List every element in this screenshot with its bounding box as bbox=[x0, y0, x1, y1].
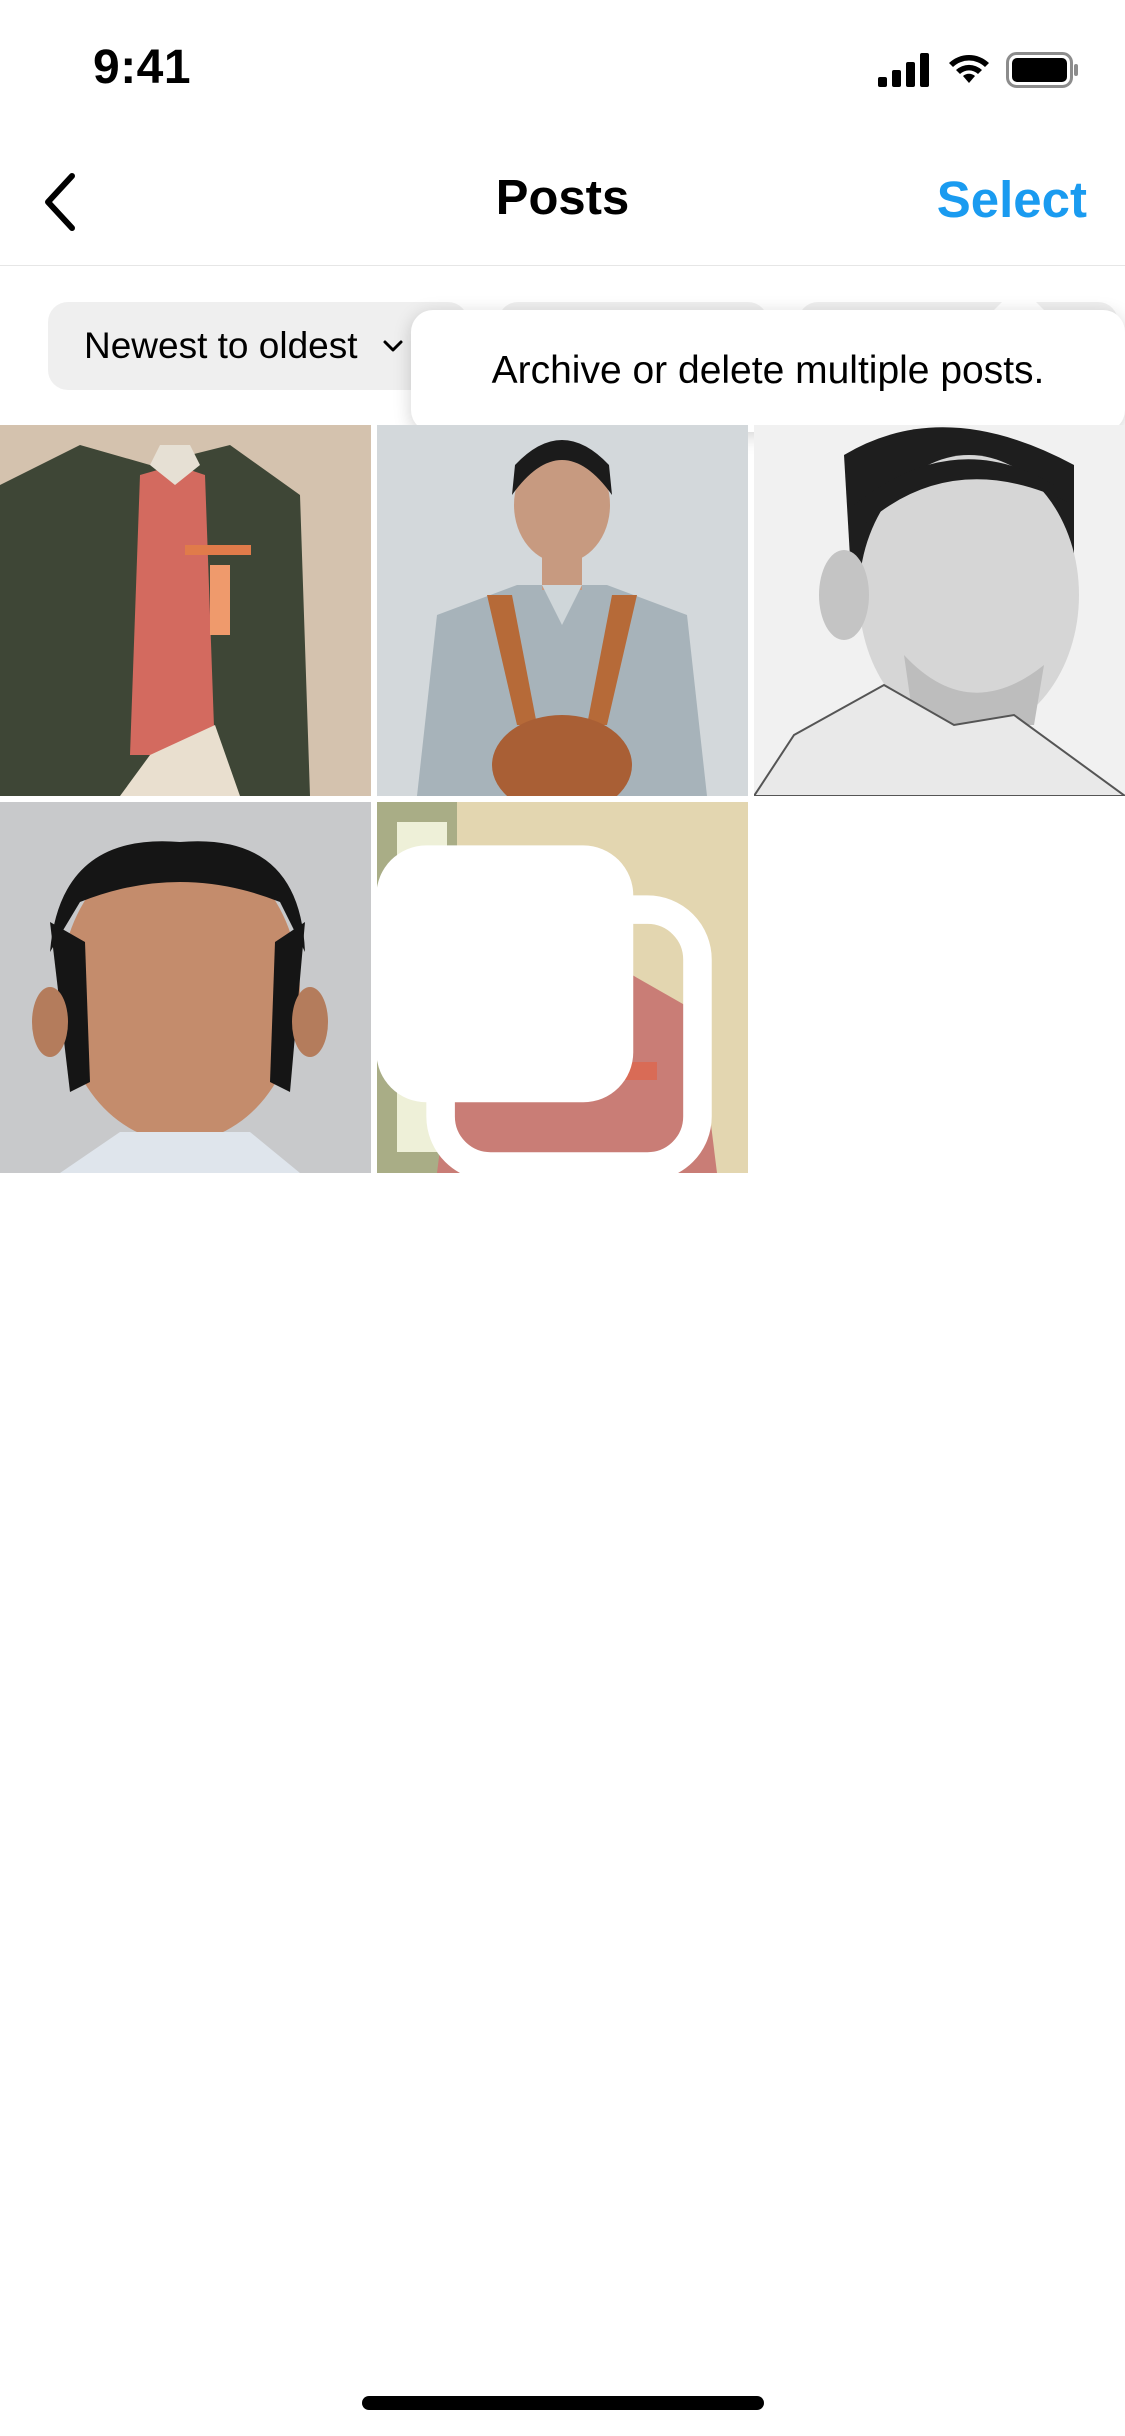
signal-icon bbox=[878, 53, 929, 87]
post-thumbnail[interactable] bbox=[0, 425, 371, 796]
select-tooltip: Archive or delete multiple posts. bbox=[411, 310, 1125, 432]
chevron-left-icon bbox=[45, 173, 75, 231]
nav-bar: Posts Select bbox=[0, 140, 1125, 266]
post-thumbnail[interactable] bbox=[377, 802, 748, 1173]
chevron-down-icon bbox=[383, 340, 403, 352]
select-button[interactable]: Select bbox=[937, 170, 1087, 229]
sort-filter-chip[interactable]: Newest to oldest bbox=[48, 302, 468, 390]
tooltip-text: Archive or delete multiple posts. bbox=[491, 349, 1045, 392]
multiple-posts-icon bbox=[377, 845, 712, 1173]
post-image bbox=[0, 802, 371, 1173]
post-thumbnail[interactable] bbox=[754, 425, 1125, 796]
status-bar: 9:41 bbox=[0, 0, 1125, 140]
tooltip-arrow bbox=[993, 285, 1045, 311]
battery-icon bbox=[1006, 52, 1078, 88]
back-button[interactable] bbox=[20, 162, 100, 242]
sort-filter-label: Newest to oldest bbox=[84, 325, 358, 366]
post-image bbox=[0, 425, 371, 796]
post-thumbnail[interactable] bbox=[377, 425, 748, 796]
post-thumbnail[interactable] bbox=[0, 802, 371, 1173]
post-image bbox=[754, 425, 1125, 796]
status-icons bbox=[878, 48, 1080, 92]
post-image bbox=[377, 425, 748, 796]
wifi-icon bbox=[949, 55, 989, 83]
home-indicator[interactable] bbox=[362, 2396, 764, 2410]
status-time: 9:41 bbox=[93, 41, 192, 94]
